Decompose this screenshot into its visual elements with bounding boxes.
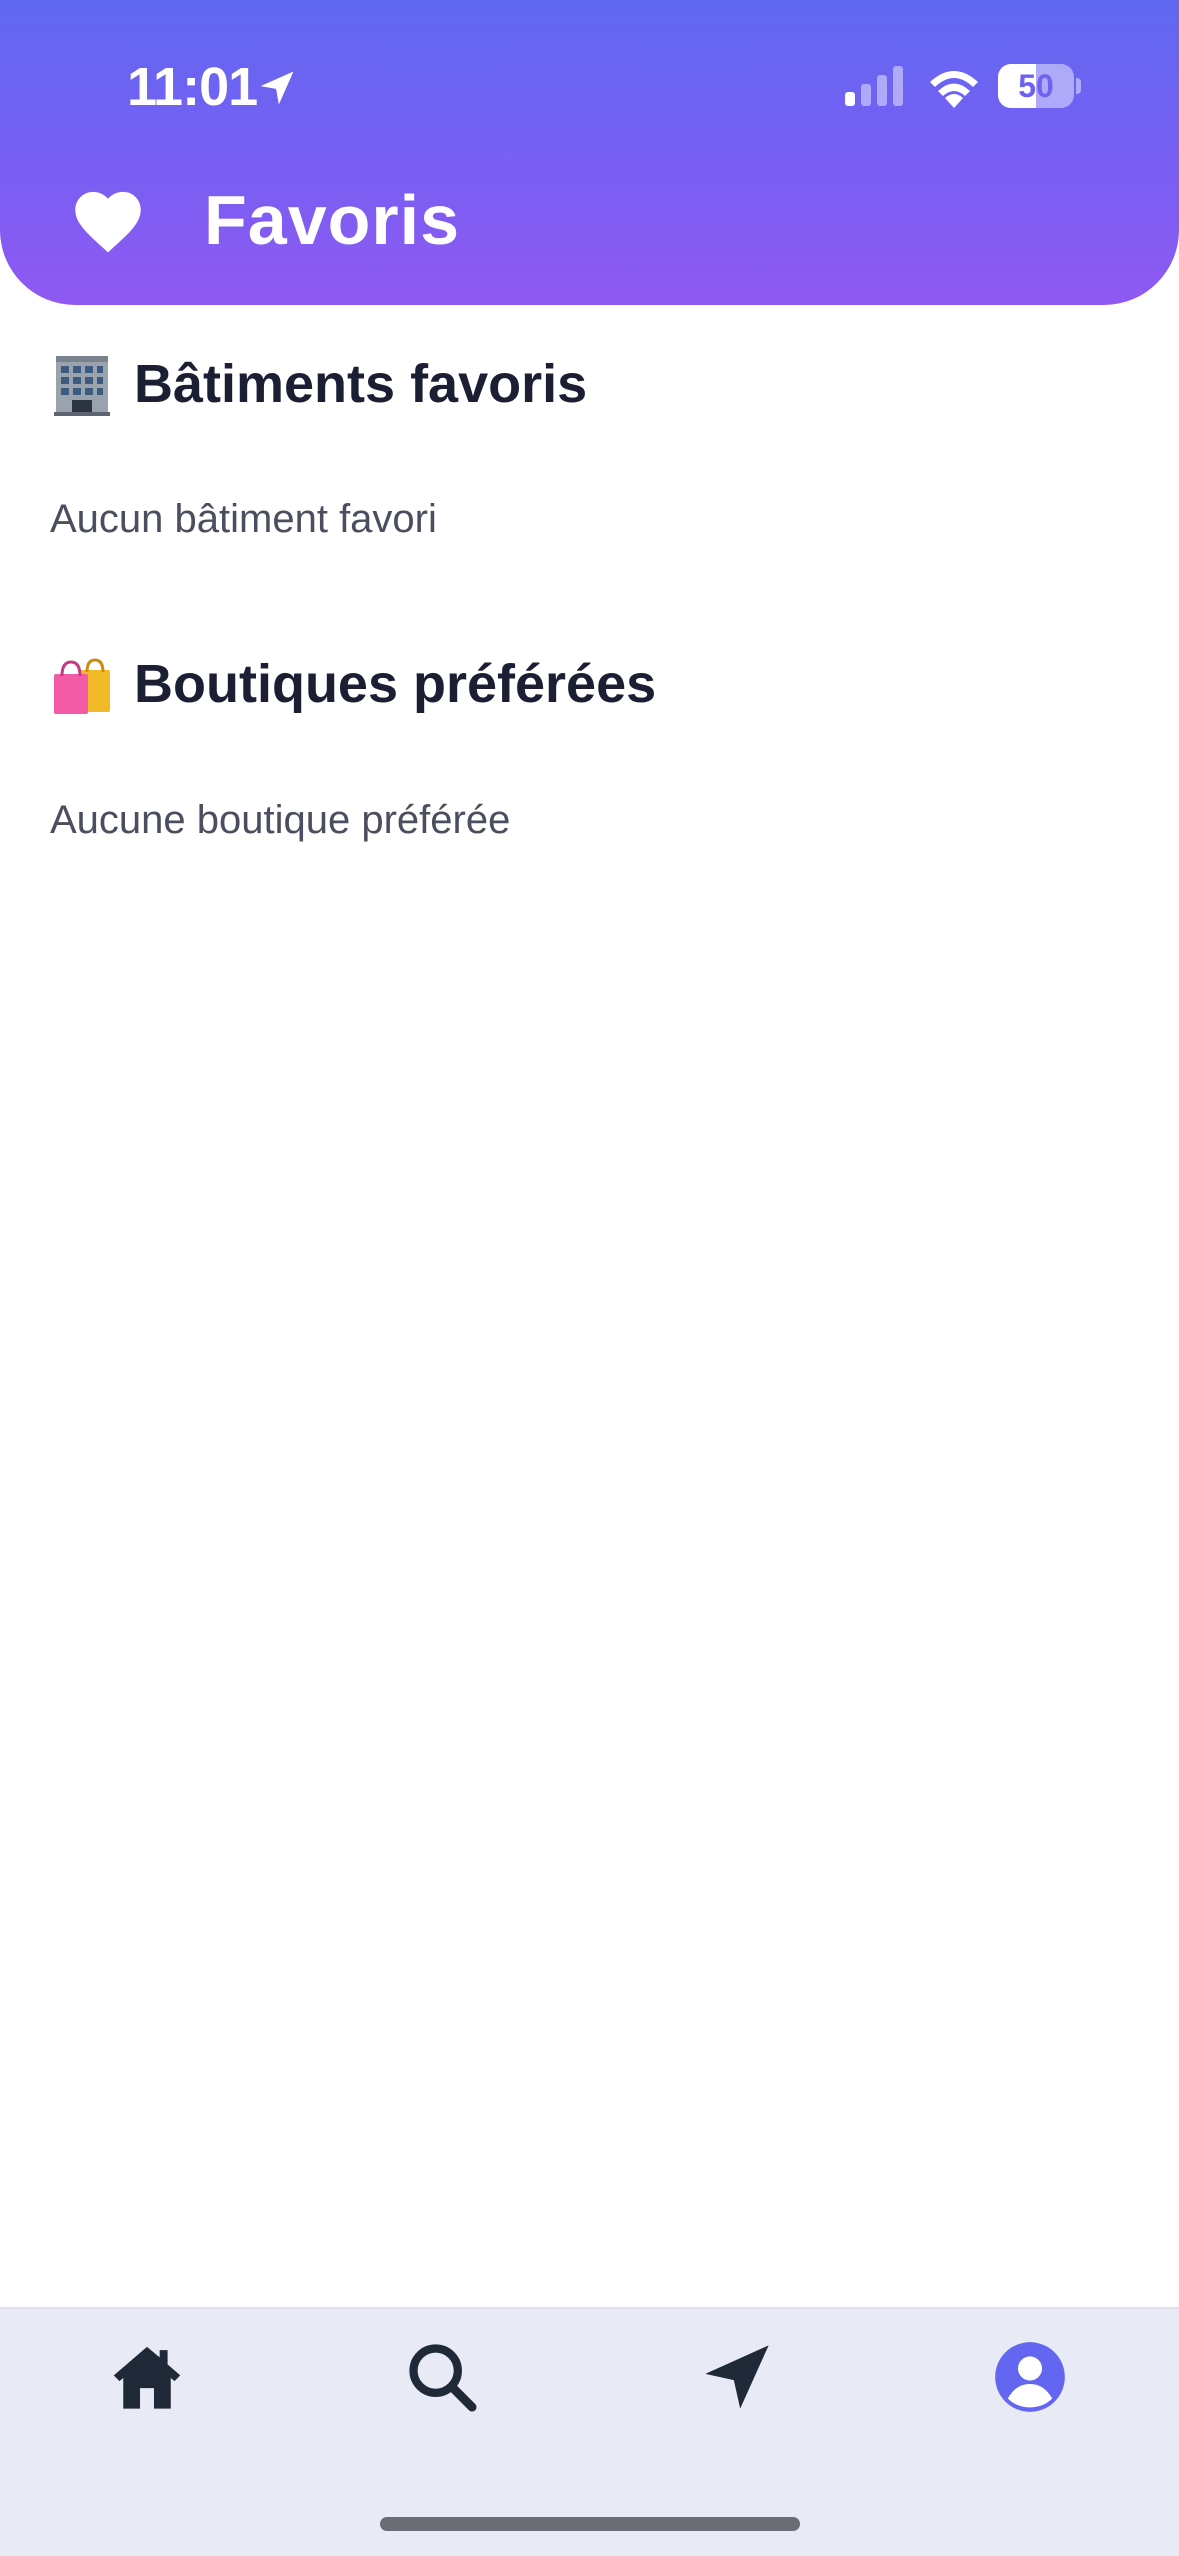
home-indicator bbox=[380, 2517, 800, 2531]
search-icon bbox=[409, 2344, 477, 2412]
navigation-arrow-icon bbox=[705, 2345, 769, 2409]
tab-home[interactable] bbox=[92, 2322, 202, 2432]
tab-navigate[interactable] bbox=[682, 2322, 792, 2432]
heart-icon bbox=[75, 191, 141, 253]
battery-level: 50 bbox=[1018, 68, 1054, 104]
shopping-bags-icon bbox=[54, 658, 110, 714]
location-arrow-icon bbox=[260, 71, 294, 105]
empty-buildings-message: Aucun bâtiment favori bbox=[50, 497, 437, 541]
page-title: Favoris bbox=[204, 181, 460, 259]
profile-icon bbox=[995, 2342, 1065, 2412]
cellular-signal-icon bbox=[845, 66, 903, 106]
section-title-buildings: Bâtiments favoris bbox=[50, 352, 587, 416]
header: 11:01 50 Favoris bbox=[0, 0, 1179, 305]
section-title-text: Boutiques préférées bbox=[134, 654, 657, 714]
status-time: 11:01 bbox=[127, 57, 258, 117]
office-building-icon bbox=[54, 356, 110, 416]
home-icon bbox=[113, 2346, 181, 2409]
wifi-icon bbox=[930, 71, 978, 108]
tab-search[interactable] bbox=[387, 2322, 497, 2432]
favorites-screen: 11:01 50 Favoris Bâtiments favoris Aucun… bbox=[0, 0, 1179, 2556]
section-title-text: Bâtiments favoris bbox=[134, 354, 588, 414]
battery-icon: 50 bbox=[998, 64, 1082, 108]
empty-shops-message: Aucune boutique préférée bbox=[50, 798, 511, 842]
tab-profile[interactable] bbox=[975, 2322, 1085, 2432]
section-title-shops: Boutiques préférées bbox=[50, 652, 656, 716]
